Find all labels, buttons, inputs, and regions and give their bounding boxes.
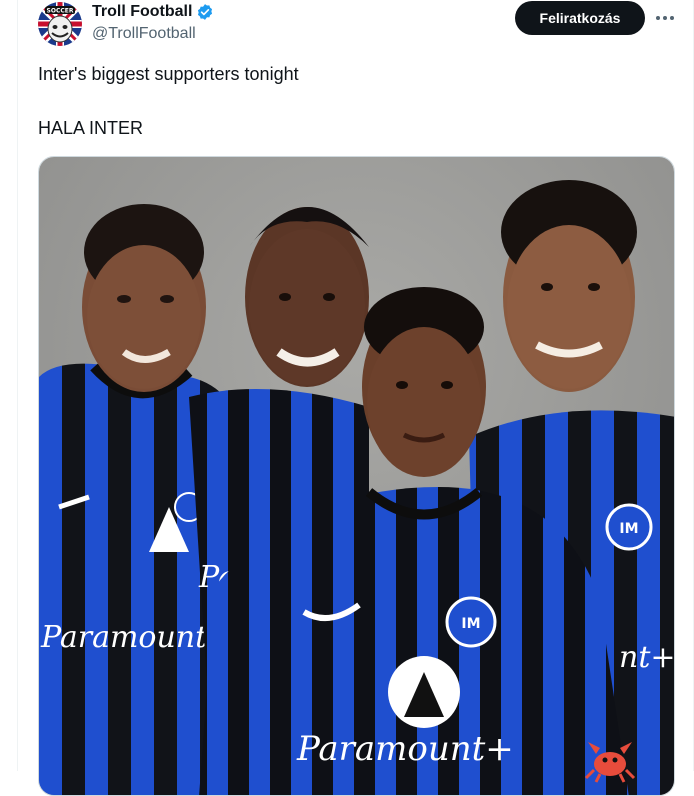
tweet-card: SOCCER Troll Football @TrollFootball Fel…: [17, 0, 694, 796]
subscribe-button[interactable]: Feliratkozás: [515, 1, 645, 35]
profile-avatar[interactable]: SOCCER: [38, 2, 82, 46]
crest-front-text: IM: [461, 616, 480, 632]
sponsor-text-front: Paramount+: [296, 729, 514, 769]
tweet-media-image[interactable]: Paramount Pa IM nt+ IM Paramount+: [38, 156, 675, 796]
author-name-row: Troll Football: [92, 3, 214, 21]
sponsor-text-left: Paramount: [40, 620, 208, 655]
tweet-text-line-1: Inter's biggest supporters tonight: [38, 64, 299, 84]
sponsor-text-right: nt+: [619, 640, 675, 675]
avatar-badge-text: SOCCER: [47, 8, 74, 15]
author-handle[interactable]: @TrollFootball: [92, 25, 196, 43]
more-icon[interactable]: [652, 6, 678, 30]
display-name[interactable]: Troll Football: [92, 3, 192, 21]
crest-right-text: IM: [619, 521, 638, 537]
tweet-text-line-2: HALA INTER: [38, 118, 144, 138]
verified-badge-icon: [198, 4, 213, 20]
